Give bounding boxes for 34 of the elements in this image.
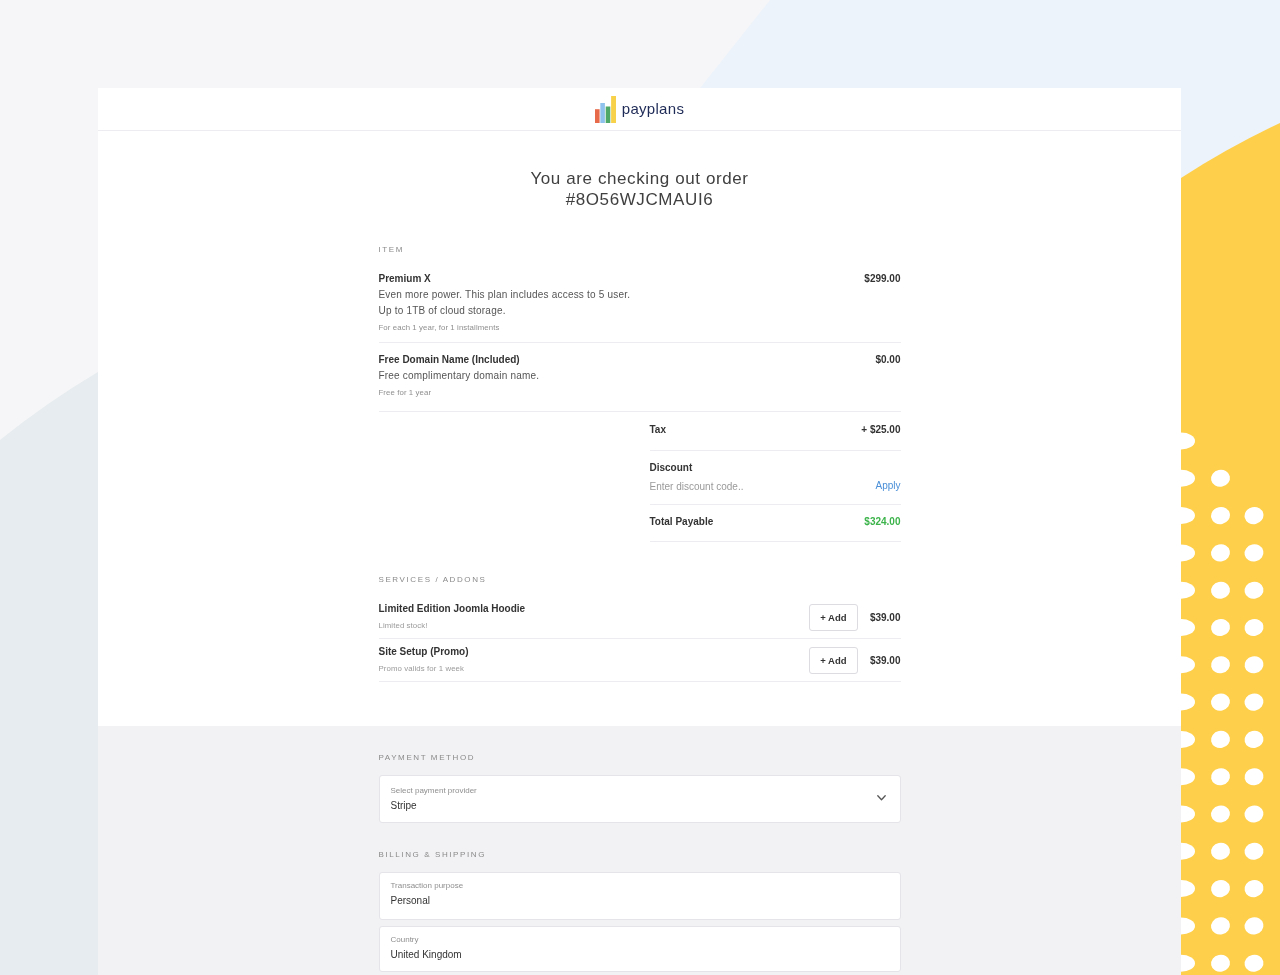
item-price: $299.00 (864, 272, 901, 286)
brand-name: payplans (621, 100, 685, 118)
field-label: Country (390, 934, 420, 946)
item-detail: Up to 1TB of cloud storage. (378, 304, 507, 318)
addon-name: Site Setup (Promo) (378, 645, 470, 659)
add-button[interactable]: + Add (808, 603, 858, 631)
total-value: $324.00 (864, 515, 901, 529)
item-detail: Even more power. This plan includes access to 5 user. (378, 288, 632, 302)
text-field[interactable]: Country United Kingdom (378, 926, 901, 972)
section-label: ITEM (378, 244, 405, 256)
page-heading: You are checking out order #8O56WJCMAUI6 (529, 168, 750, 210)
summary-label: Tax (649, 423, 666, 437)
add-button[interactable]: + Add (808, 646, 858, 674)
logo-icon (594, 96, 616, 123)
section-label: PAYMENT METHOD (378, 752, 477, 764)
payment-provider-select[interactable]: Select payment provider Stripe (378, 775, 901, 823)
field-label: Select payment provider (390, 784, 477, 797)
discount-label: Discount (649, 461, 694, 475)
item-price: $0.00 (875, 353, 901, 367)
addon-price: $39.00 (869, 654, 901, 666)
discount-code-field[interactable]: Enter discount code.. (649, 478, 876, 494)
addon-price: $39.00 (869, 611, 901, 623)
addon-name: Limited Edition Joomla Hoodie (378, 602, 527, 616)
summary-value: + $25.00 (861, 423, 901, 437)
item-name: Free Domain Name (Included) (378, 353, 520, 367)
item-detail: Free complimentary domain name. (378, 369, 541, 383)
total-label: Total Payable (649, 515, 714, 529)
chevron-down-icon (876, 795, 886, 801)
section-label: SERVICES / ADDONS (378, 574, 488, 586)
field-label: Transaction purpose (390, 880, 465, 892)
text-field[interactable]: Transaction purpose Personal (378, 872, 901, 920)
section-label: BILLING & SHIPPING (378, 849, 487, 861)
apply-link[interactable]: Apply (875, 478, 901, 494)
item-name: Premium X (378, 272, 431, 286)
